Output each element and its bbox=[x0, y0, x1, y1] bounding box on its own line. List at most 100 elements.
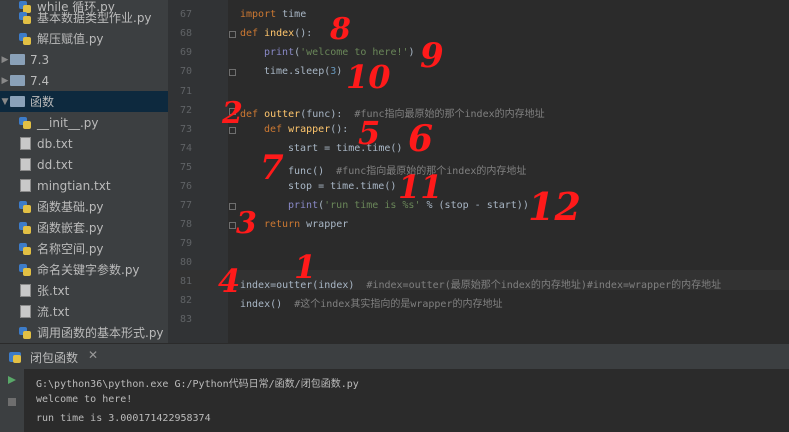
console-line: welcome to here! bbox=[36, 394, 133, 405]
fold-marker-icon[interactable] bbox=[229, 222, 236, 229]
console-line: run time is 3.000171422958374 bbox=[36, 413, 211, 424]
line-number: 75 bbox=[179, 162, 192, 173]
annotation-number: 5 bbox=[358, 114, 381, 152]
text-file-icon bbox=[20, 179, 31, 192]
line-number: 74 bbox=[179, 143, 192, 154]
code-token: 'welcome to here!' bbox=[300, 47, 409, 58]
project-tree: while 循环.py 基本数据类型作业.py 解压赋值.py ▶ 7.3 ▶ … bbox=[0, 0, 168, 343]
close-icon[interactable]: ✕ bbox=[88, 348, 98, 362]
tree-item-db[interactable]: db.txt bbox=[0, 133, 168, 154]
tree-item-mingtian[interactable]: mingtian.txt bbox=[0, 175, 168, 196]
annotation-number: 11 bbox=[398, 168, 443, 206]
line-number: 71 bbox=[179, 86, 192, 97]
tree-item-hanshuqiantao[interactable]: 函数嵌套.py bbox=[0, 217, 168, 238]
tree-item-label: 函数嵌套.py bbox=[37, 221, 104, 235]
python-file-icon bbox=[18, 221, 32, 235]
code-line-73: def wrapper(): bbox=[264, 124, 348, 135]
code-token: stop = time. bbox=[288, 181, 361, 192]
tree-item-label: 名称空间.py bbox=[37, 242, 104, 256]
console-line: G:\python36\python.exe G:/Python代码日常/函数/… bbox=[36, 379, 359, 390]
annotation-number: 10 bbox=[346, 58, 391, 96]
line-number: 70 bbox=[179, 66, 192, 77]
line-number: 72 bbox=[179, 105, 192, 116]
run-toolbar bbox=[0, 369, 24, 432]
chevron-right-icon[interactable]: ▶ bbox=[0, 55, 10, 65]
rerun-icon[interactable] bbox=[7, 375, 17, 385]
line-number: 79 bbox=[179, 238, 192, 249]
tree-folder-7-3[interactable]: ▶ 7.3 bbox=[0, 49, 168, 70]
code-token: time bbox=[276, 9, 307, 20]
line-number: 81 bbox=[179, 276, 192, 287]
code-token: ) bbox=[408, 47, 415, 58]
tree-item-label: 命名关键字参数.py bbox=[37, 263, 140, 277]
run-tab-title[interactable]: 闭包函数 bbox=[30, 349, 78, 366]
code-line-74: start = time.time() bbox=[288, 143, 402, 154]
tree-item-jibenshuju[interactable]: 基本数据类型作业.py bbox=[0, 7, 168, 28]
text-file-icon bbox=[20, 158, 31, 171]
tree-item-label: 流.txt bbox=[37, 305, 70, 319]
run-config-icon bbox=[9, 352, 21, 363]
tree-item-dd[interactable]: dd.txt bbox=[0, 154, 168, 175]
tree-item-zhang[interactable]: 张.txt bbox=[0, 280, 168, 301]
code-token: () bbox=[390, 143, 403, 154]
tree-item-label: 函数基础.py bbox=[37, 200, 104, 214]
code-token: return bbox=[264, 219, 301, 230]
stop-icon[interactable] bbox=[7, 397, 17, 407]
python-file-icon bbox=[18, 242, 32, 256]
annotation-number: 2 bbox=[222, 96, 243, 131]
tree-folder-7-4[interactable]: ▶ 7.4 bbox=[0, 70, 168, 91]
folder-icon bbox=[10, 96, 25, 107]
code-token: (): bbox=[330, 124, 349, 135]
code-line-78: return wrapper bbox=[264, 219, 348, 230]
code-token: def bbox=[240, 28, 259, 39]
code-line-72: def outter(func): #func指向最原始的那个index的内存地… bbox=[240, 105, 545, 120]
line-number: 73 bbox=[179, 124, 192, 135]
tree-item-label: 7.3 bbox=[30, 52, 50, 67]
tree-item-init[interactable]: __init__.py bbox=[0, 112, 168, 133]
annotation-number: 1 bbox=[294, 248, 317, 286]
line-number: 67 bbox=[179, 9, 192, 20]
fold-marker-icon[interactable] bbox=[229, 69, 236, 76]
folder-icon bbox=[10, 54, 25, 65]
code-token: import bbox=[240, 9, 277, 20]
code-token: (func): bbox=[300, 109, 343, 120]
annotation-number: 4 bbox=[218, 262, 241, 300]
annotation-number: 9 bbox=[420, 36, 444, 76]
tree-item-mingchengkongjian[interactable]: 名称空间.py bbox=[0, 238, 168, 259]
chevron-right-icon[interactable]: ▶ bbox=[0, 76, 10, 86]
code-token: time. bbox=[264, 66, 295, 77]
annotation-number: 3 bbox=[236, 206, 257, 241]
code-token: wrapper bbox=[282, 124, 331, 135]
tree-item-diaoyong[interactable]: 调用函数的基本形式.py bbox=[0, 322, 168, 343]
tree-folder-hanshu[interactable]: ▼ 函数 bbox=[0, 91, 168, 112]
code-token: (): bbox=[294, 28, 313, 39]
line-number: 68 bbox=[179, 28, 192, 39]
text-file-icon bbox=[20, 284, 31, 297]
code-comment: #index=outter(最原始那个index的内存地址)#index=wra… bbox=[354, 280, 722, 291]
fold-marker-icon[interactable] bbox=[229, 31, 236, 38]
tree-item-label: 基本数据类型作业.py bbox=[37, 11, 152, 25]
tree-item-label: mingtian.txt bbox=[37, 178, 111, 193]
tree-item-mingmingguanjianzi[interactable]: 命名关键字参数.py bbox=[0, 259, 168, 280]
code-line-76: stop = time.time() bbox=[288, 181, 396, 192]
code-token: outter bbox=[258, 109, 301, 120]
tree-item-label: dd.txt bbox=[37, 157, 73, 172]
tree-item-jieya[interactable]: 解压赋值.py bbox=[0, 28, 168, 49]
tree-item-liu[interactable]: 流.txt bbox=[0, 301, 168, 322]
code-token: start = time. bbox=[288, 143, 367, 154]
tree-item-label: 解压赋值.py bbox=[37, 32, 104, 46]
line-number: 83 bbox=[179, 314, 192, 325]
tree-item-label: 调用函数的基本形式.py bbox=[37, 326, 164, 340]
tree-item-hanshujichu[interactable]: 函数基础.py bbox=[0, 196, 168, 217]
python-file-icon bbox=[18, 32, 32, 46]
line-number: 76 bbox=[179, 181, 192, 192]
line-number: 78 bbox=[179, 219, 192, 230]
chevron-down-icon[interactable]: ▼ bbox=[0, 97, 10, 107]
run-tool-window-header: 闭包函数 ✕ bbox=[0, 343, 789, 370]
line-number: 77 bbox=[179, 200, 192, 211]
python-file-icon bbox=[18, 116, 32, 130]
code-line-67: import time bbox=[240, 9, 306, 20]
line-number: 80 bbox=[179, 257, 192, 268]
fold-marker-icon[interactable] bbox=[229, 203, 236, 210]
line-number: 82 bbox=[179, 295, 192, 306]
